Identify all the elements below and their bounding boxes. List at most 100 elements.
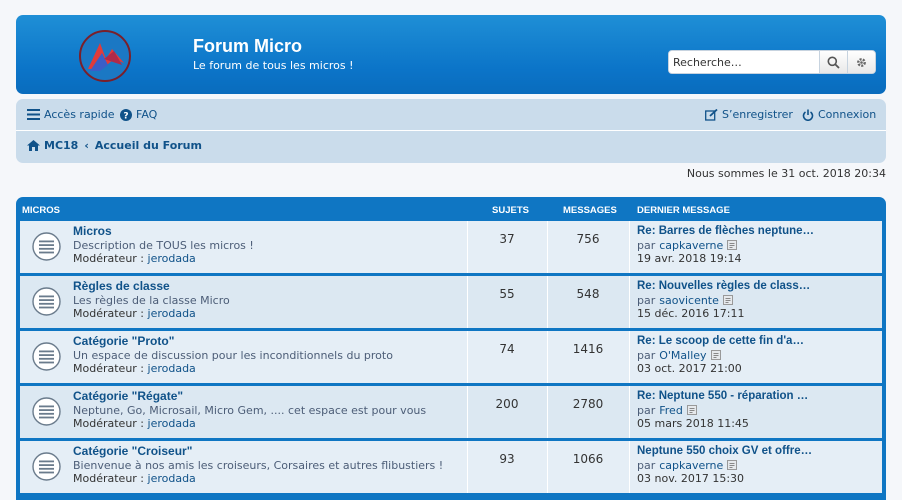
column-divider — [547, 221, 548, 273]
moderator-link[interactable]: jerodada — [148, 417, 196, 430]
forum-row: Catégorie "Proto" Un espace de discussio… — [20, 331, 882, 383]
forum-title-link[interactable]: Règles de classe — [73, 279, 170, 293]
last-post-author-link[interactable]: O'Malley — [659, 349, 706, 363]
forum-read-icon — [32, 452, 61, 481]
column-divider — [547, 276, 548, 328]
last-post-date: 15 déc. 2016 17:11 — [637, 307, 745, 320]
forum-description: Description de TOUS les micros ! — [73, 239, 254, 252]
forum-list: MICROS SUJETS MESSAGES DERNIER MESSAGE M… — [16, 197, 886, 500]
moderator-label: Modérateur : — [73, 362, 148, 375]
last-post-author: par Fred — [637, 404, 808, 418]
moderator-label: Modérateur : — [73, 472, 148, 485]
quick-access-link[interactable]: Accès rapide — [27, 108, 114, 121]
site-logo-icon[interactable] — [78, 29, 132, 83]
moderator-link[interactable]: jerodada — [148, 252, 196, 265]
last-post: Re: Neptune 550 - réparation … par Fred 0… — [637, 390, 808, 431]
last-post-date: 05 mars 2018 11:45 — [637, 417, 749, 430]
column-divider — [547, 386, 548, 438]
forum-description: Neptune, Go, Microsail, Micro Gem, .... … — [73, 404, 427, 417]
last-post-author: par saovicente — [637, 294, 810, 308]
forum-row: Catégorie "Régate" Neptune, Go, Microsai… — [20, 386, 882, 438]
last-post-title-link[interactable]: Re: Barres de flèches neptune… — [637, 225, 814, 239]
last-post-title-link[interactable]: Neptune 550 choix GV et offre… — [637, 445, 812, 459]
moderator-link[interactable]: jerodada — [148, 362, 196, 375]
column-divider — [629, 441, 630, 493]
column-divider — [629, 276, 630, 328]
view-latest-post-icon[interactable] — [686, 405, 697, 416]
forum-title-link[interactable]: Catégorie "Régate" — [73, 389, 183, 403]
navbar: Accès rapide ? FAQ S’enregistrer Connexi… — [16, 99, 886, 163]
forum-row: Micros Description de TOUS les micros ! … — [20, 221, 882, 273]
last-post-title-link[interactable]: Re: Neptune 550 - réparation … — [637, 390, 808, 404]
last-post-author-link[interactable]: capkaverne — [659, 459, 723, 473]
site-title[interactable]: Forum Micro — [193, 36, 302, 57]
last-post-author-link[interactable]: saovicente — [659, 294, 719, 308]
by-label: par — [637, 238, 656, 252]
view-latest-post-icon[interactable] — [727, 240, 738, 251]
posts-count: 1066 — [572, 452, 604, 466]
col-header-last-post: DERNIER MESSAGE — [637, 205, 730, 216]
view-latest-post-icon[interactable] — [710, 350, 721, 361]
column-divider — [467, 276, 468, 328]
column-divider — [467, 441, 468, 493]
posts-count: 548 — [576, 287, 600, 301]
topics-count: 74 — [499, 342, 515, 356]
power-icon — [802, 109, 814, 121]
last-post-author-link[interactable]: Fred — [659, 404, 683, 418]
by-label: par — [637, 348, 656, 362]
svg-text:?: ? — [123, 111, 128, 121]
search-button[interactable] — [819, 51, 847, 73]
by-label: par — [637, 458, 656, 472]
home-icon — [27, 140, 40, 151]
breadcrumb-home[interactable]: MC18 — [27, 139, 78, 152]
forum-title-link[interactable]: Micros — [73, 224, 112, 238]
breadcrumb-forum-label: Accueil du Forum — [94, 139, 202, 152]
forum-title-link[interactable]: Catégorie "Croiseur" — [73, 444, 192, 458]
forum-read-icon — [32, 342, 61, 371]
moderator-link[interactable]: jerodada — [148, 472, 196, 485]
column-divider — [629, 221, 630, 273]
site-header: Forum Micro Le forum de tous les micros … — [16, 15, 886, 94]
register-link[interactable]: S’enregistrer — [705, 108, 793, 121]
column-divider — [629, 331, 630, 383]
forum-moderator: Modérateur : jerodada — [73, 252, 196, 265]
last-post-author-link[interactable]: capkaverne — [659, 239, 723, 253]
forum-list-header: MICROS SUJETS MESSAGES DERNIER MESSAGE — [16, 197, 886, 221]
column-divider — [467, 331, 468, 383]
login-link[interactable]: Connexion — [802, 108, 876, 121]
edit-icon — [705, 108, 718, 121]
forum-read-icon — [32, 397, 61, 426]
forum-description: Bienvenue à nos amis les croiseurs, Cors… — [73, 459, 444, 472]
topics-count: 37 — [499, 232, 515, 246]
col-header-forum[interactable]: MICROS — [22, 205, 60, 216]
current-datetime: Nous sommes le 31 oct. 2018 20:34 — [686, 167, 886, 180]
last-post-date: 03 oct. 2017 21:00 — [637, 362, 742, 375]
forum-row: Catégorie "Croiseur" Bienvenue à nos ami… — [20, 441, 882, 493]
search-box — [668, 50, 876, 74]
forum-description: Les règles de la classe Micro — [73, 294, 230, 307]
forum-row: Règles de classe Les règles de la classe… — [20, 276, 882, 328]
faq-link[interactable]: ? FAQ — [120, 108, 157, 121]
advanced-search-button[interactable] — [847, 51, 875, 73]
search-input[interactable] — [669, 51, 819, 73]
last-post-author: par capkaverne — [637, 239, 814, 253]
register-label: S’enregistrer — [722, 108, 793, 121]
col-header-posts: MESSAGES — [563, 205, 617, 216]
view-latest-post-icon[interactable] — [727, 460, 738, 471]
last-post-title-link[interactable]: Re: Le scoop de cette fin d'a… — [637, 335, 804, 349]
topics-count: 200 — [495, 397, 519, 411]
forum-title-link[interactable]: Catégorie "Proto" — [73, 334, 174, 348]
chevron-left-icon: ‹ — [84, 139, 89, 152]
breadcrumb-forum-index[interactable]: Accueil du Forum — [95, 139, 202, 152]
last-post: Re: Nouvelles règles de class… par saovic… — [637, 280, 810, 321]
by-label: par — [637, 403, 656, 417]
site-description: Le forum de tous les micros ! — [193, 59, 354, 72]
last-post-title-link[interactable]: Re: Nouvelles règles de class… — [637, 280, 810, 294]
quick-access-label: Accès rapide — [44, 108, 115, 121]
view-latest-post-icon[interactable] — [722, 295, 733, 306]
col-header-topics: SUJETS — [492, 205, 529, 216]
search-icon — [827, 56, 840, 69]
nav-quick-row: Accès rapide ? FAQ S’enregistrer Connexi… — [16, 99, 886, 131]
last-post: Re: Le scoop de cette fin d'a… par O'Mall… — [637, 335, 804, 376]
moderator-link[interactable]: jerodada — [148, 307, 196, 320]
